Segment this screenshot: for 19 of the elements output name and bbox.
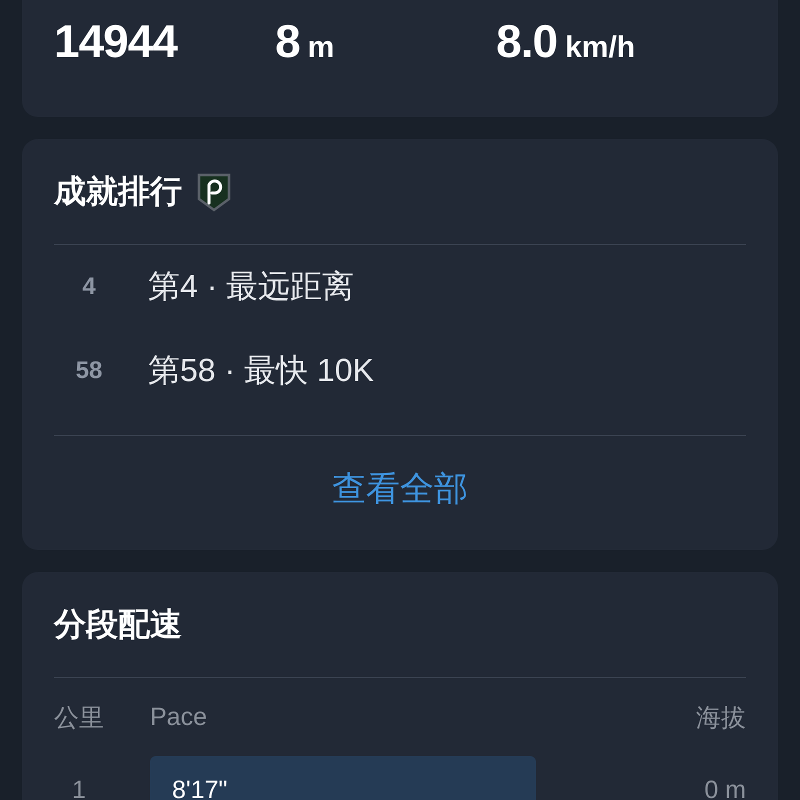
achievement-text: 第58 · 最快 10K	[148, 351, 374, 390]
stat-value: 8.0	[496, 14, 558, 68]
achievement-text: 第4 · 最远距离	[148, 267, 354, 306]
card-title: 成就排行	[54, 172, 182, 210]
column-header: 公里	[54, 702, 105, 734]
card-title: 分段配速	[54, 604, 182, 644]
stat-value: 14944	[54, 14, 177, 68]
column-header: 海拔	[695, 702, 746, 734]
view-all-link[interactable]: 查看全部	[332, 466, 468, 512]
rank-number: 58	[74, 357, 104, 385]
stat-value: 8	[275, 14, 300, 68]
km-cell-text: 1	[71, 776, 87, 800]
elevation-cell-text: 0 m	[703, 776, 746, 800]
p-badge-icon	[196, 172, 232, 212]
pace-value: 8'17"	[172, 776, 228, 800]
stat-unit: m	[308, 31, 334, 65]
column-header: Pace	[150, 702, 208, 732]
rank-number: 4	[81, 273, 97, 301]
stat-unit: km/h	[565, 31, 636, 65]
